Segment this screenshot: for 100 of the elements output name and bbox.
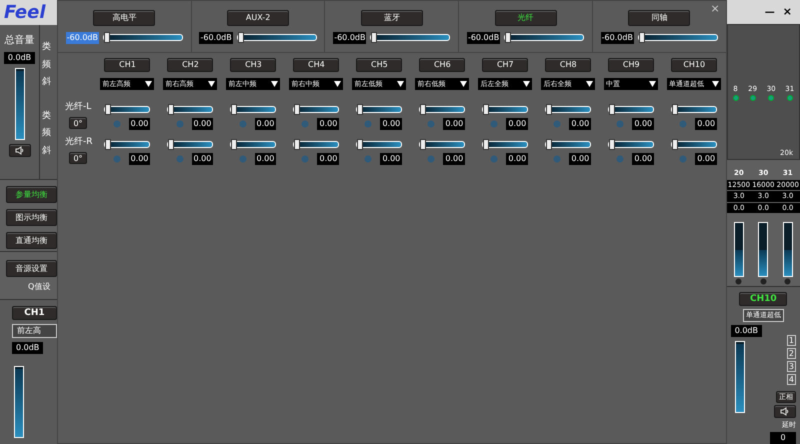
mix-value: 0.00: [128, 153, 150, 165]
mix-value: 0.00: [254, 153, 276, 165]
channel-button[interactable]: CH2: [167, 58, 214, 72]
eq-label: 频: [42, 58, 52, 72]
slider-handle[interactable]: [420, 104, 426, 115]
mix-value: 0.00: [632, 118, 654, 130]
slider-handle[interactable]: [420, 139, 426, 150]
master-reading: 0.0dB: [4, 52, 36, 64]
minimize-button[interactable]: —: [764, 4, 775, 20]
delay-field[interactable]: 0: [770, 432, 796, 444]
slider-handle[interactable]: [483, 104, 490, 115]
source-tab[interactable]: 同轴: [628, 10, 690, 26]
group-button[interactable]: 2: [786, 348, 796, 358]
dropdown-arrow-icon: [271, 81, 278, 87]
slider-handle[interactable]: [672, 104, 678, 115]
band-node-icon: [732, 94, 739, 101]
source-tab[interactable]: AUX-2: [227, 10, 290, 26]
channel-button[interactable]: CH9: [608, 58, 654, 72]
source-tab[interactable]: 蓝牙: [360, 10, 423, 26]
master-label: 总音量: [4, 34, 34, 48]
band-node-icon: [786, 94, 793, 101]
close-button[interactable]: ×: [710, 3, 720, 14]
slider-handle[interactable]: [238, 32, 244, 43]
mode-tab[interactable]: 图示均衡: [6, 209, 57, 226]
eq-label: 斜: [42, 144, 52, 158]
source-tab[interactable]: 光纤: [494, 10, 557, 26]
q-settings-link[interactable]: Q值设: [6, 281, 57, 293]
speaker-button[interactable]: [774, 404, 796, 418]
speaker-button[interactable]: [8, 144, 30, 157]
channel-button[interactable]: CH3: [230, 58, 276, 72]
knob-icon: [735, 278, 742, 286]
slider-handle[interactable]: [357, 104, 364, 115]
dropdown-arrow-icon: [649, 81, 656, 87]
slider-handle[interactable]: [505, 32, 512, 43]
mix-value: 0.00: [506, 153, 528, 165]
mix-value: 0.00: [443, 118, 466, 130]
gain-field[interactable]: -60.0dB: [66, 32, 99, 44]
mode-tab[interactable]: 直通均衡: [6, 232, 57, 249]
channel-button[interactable]: CH8: [545, 58, 592, 72]
phase-button[interactable]: 0°: [69, 116, 87, 128]
channel-button[interactable]: CH6: [419, 58, 466, 72]
slider-handle[interactable]: [168, 104, 174, 115]
mix-value: 0.00: [569, 118, 592, 130]
slider-handle[interactable]: [357, 139, 364, 150]
group-button[interactable]: 3: [786, 360, 796, 372]
mix-value: 0.00: [254, 118, 276, 130]
channel-button[interactable]: CH10: [739, 292, 788, 306]
slider-handle[interactable]: [371, 32, 378, 43]
slider-handle[interactable]: [294, 104, 300, 115]
mix-value: 0.00: [506, 118, 528, 130]
channel-button[interactable]: CH1: [104, 58, 150, 72]
group-button[interactable]: 4: [786, 374, 796, 384]
slider-handle[interactable]: [294, 139, 300, 150]
slider-handle[interactable]: [546, 139, 552, 150]
group-button[interactable]: 1: [786, 334, 796, 346]
slider-handle[interactable]: [105, 139, 112, 150]
mix-value: 0.00: [380, 118, 402, 130]
channel-button[interactable]: CH1: [12, 306, 57, 320]
gain-field[interactable]: -60.0dB: [600, 32, 634, 44]
source-settings-button[interactable]: 音源设置: [6, 260, 57, 277]
band-node-icon: [750, 94, 756, 101]
speaker-icon: [780, 406, 790, 416]
phase-button[interactable]: 0°: [69, 152, 87, 164]
source-tab[interactable]: 高电平: [93, 10, 156, 26]
input-label: 光纤-R: [65, 136, 93, 149]
mix-value: 0.00: [317, 118, 340, 130]
slider-handle[interactable]: [231, 104, 238, 115]
dropdown-arrow-icon: [145, 81, 152, 87]
slider-handle[interactable]: [168, 139, 174, 150]
slider-handle[interactable]: [483, 139, 490, 150]
eq-label: 类: [42, 110, 52, 122]
mix-value: 0.00: [632, 153, 654, 165]
channel-button[interactable]: CH10: [671, 58, 718, 72]
dropdown-arrow-icon: [586, 81, 594, 87]
slider-handle[interactable]: [104, 32, 110, 43]
mix-value: 0.00: [192, 153, 214, 165]
gain-field[interactable]: -60.0dB: [466, 32, 500, 44]
slider-handle[interactable]: [638, 32, 645, 43]
channel-button[interactable]: CH7: [482, 58, 528, 72]
gain-field[interactable]: -60.0dB: [333, 32, 366, 44]
output-label: 前左高: [12, 324, 57, 338]
close-button[interactable]: ×: [782, 4, 792, 20]
mode-tab[interactable]: 参量均衡: [6, 186, 57, 203]
slider-handle[interactable]: [609, 104, 616, 115]
slider-handle[interactable]: [105, 104, 112, 115]
dropdown-arrow-icon: [712, 81, 720, 87]
mix-value: 0.00: [128, 118, 150, 130]
mix-value: 0.00: [317, 153, 340, 165]
mix-value: 0.00: [569, 153, 592, 165]
dropdown-arrow-icon: [460, 81, 468, 87]
slider-handle[interactable]: [672, 139, 678, 150]
channel-reading: 0.0dB: [12, 342, 44, 354]
band-node-icon: [768, 94, 774, 101]
input-label: 光纤-L: [65, 101, 92, 114]
slider-handle[interactable]: [231, 139, 238, 150]
slider-handle[interactable]: [609, 139, 616, 150]
slider-handle[interactable]: [546, 104, 552, 115]
channel-button[interactable]: CH5: [356, 58, 402, 72]
gain-field[interactable]: -60.0dB: [199, 32, 233, 44]
channel-button[interactable]: CH4: [293, 58, 340, 72]
